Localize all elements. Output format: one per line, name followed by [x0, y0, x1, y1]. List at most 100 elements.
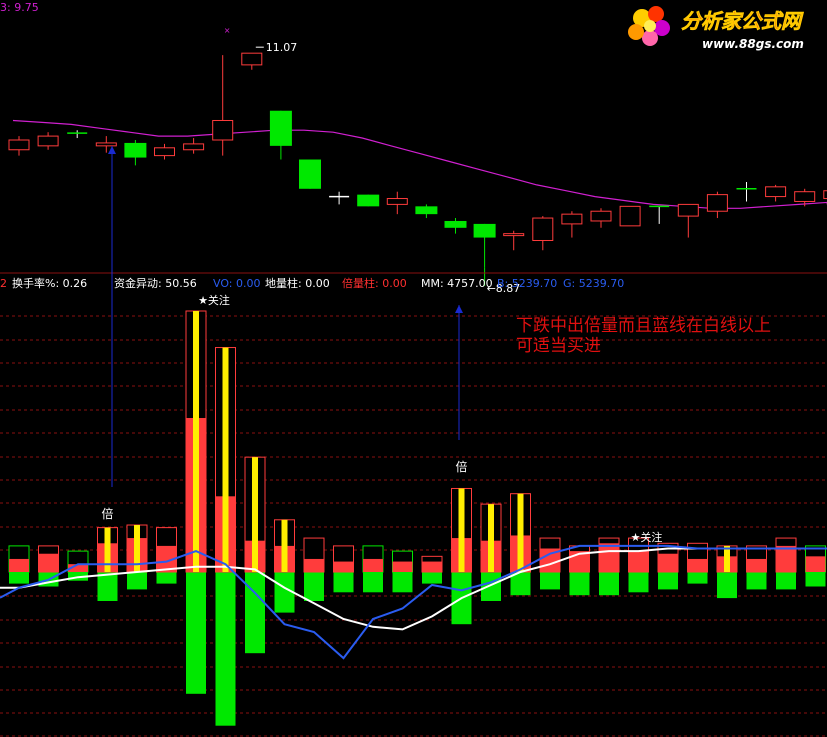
double-volume-stripe	[517, 493, 524, 572]
volume-bar-red	[658, 553, 678, 572]
volume-bar-down	[805, 572, 826, 587]
volume-bar	[775, 537, 797, 590]
logo: 分析家公式网 www.88gs.com	[628, 6, 804, 51]
volume-bar-down	[687, 572, 708, 584]
volume-bar	[333, 545, 354, 593]
volume-bar	[185, 310, 207, 694]
candle-body	[37, 135, 59, 147]
indicator-item: 地量柱: 0.00	[265, 276, 330, 290]
candle	[299, 159, 321, 189]
volume-bar	[510, 493, 531, 596]
volume-bar-down	[127, 572, 147, 590]
logo-brand-text: 分析家公式网	[681, 9, 804, 33]
volume-bar-red	[304, 558, 324, 572]
double-volume-marker-1: 倍	[101, 506, 113, 521]
volume-bar-red	[687, 558, 708, 572]
volume-bar	[451, 487, 472, 625]
volume-bar-down	[481, 572, 501, 601]
volume-bar-red	[422, 561, 442, 572]
volume-bar	[392, 550, 413, 593]
candle-body	[532, 217, 554, 241]
volume-bar-down	[392, 572, 413, 593]
volume-bar	[244, 456, 266, 654]
candle-body	[706, 194, 728, 212]
candle-body	[444, 220, 467, 228]
annotation-line-2: 可适当买进	[516, 336, 601, 356]
volume-bar-red	[38, 553, 59, 572]
candle-body	[124, 142, 147, 158]
volume-bar-down	[746, 572, 767, 590]
volume-bar	[362, 545, 384, 593]
volume-bar-red	[805, 556, 826, 572]
candle-body	[154, 147, 175, 157]
candle-body	[765, 186, 787, 198]
annotation-line-1: 下跌中出倍量而且蓝线在白线以上	[516, 316, 771, 336]
indicator-item: MM: 4757.00	[421, 277, 493, 290]
attention-marker-1: ★关注	[198, 293, 230, 307]
indicator-item: 换手率%: 0.26	[12, 276, 87, 290]
volume-bar-down	[9, 572, 29, 584]
stock-chart-stage: 3: 9.75 分析家公式网 www.88gs.com 11.07←8.87× …	[0, 0, 827, 737]
volume-bar-down	[599, 572, 619, 596]
volume-bar-red	[746, 558, 767, 572]
volume-bar-down	[776, 572, 796, 590]
indicator-item: VO: 0.00	[213, 277, 261, 290]
double-volume-stripe	[252, 457, 258, 572]
candle-body	[299, 159, 321, 189]
volume-bar-red	[599, 543, 619, 572]
volume-bar-down	[540, 572, 560, 590]
indicator-index: 2	[0, 277, 7, 290]
double-volume-stripe	[458, 488, 465, 572]
candle-body	[386, 198, 408, 205]
volume-bar-down	[569, 572, 590, 596]
volume-bar-down	[658, 572, 678, 590]
candle-body	[212, 119, 234, 141]
volume-bar	[805, 545, 826, 587]
volume-bar	[8, 545, 30, 584]
volume-bar	[657, 542, 679, 590]
volume-bar-red	[9, 558, 29, 572]
volume-bar-red	[628, 551, 649, 572]
volume-bar	[480, 503, 502, 601]
volume-bar-red	[392, 561, 413, 572]
logo-url-text: www.88gs.com	[702, 37, 804, 51]
double-volume-stripe	[281, 519, 288, 572]
volume-bar-down	[304, 572, 324, 601]
volume-bar-red	[776, 545, 796, 572]
candle-body	[95, 142, 117, 147]
volume-bar	[746, 545, 767, 590]
volume-bar	[274, 519, 295, 613]
double-volume-stripe	[724, 545, 730, 572]
candle-body	[503, 233, 525, 237]
double-volume-stripe	[104, 527, 111, 572]
volume-bar-red	[333, 561, 354, 572]
double-volume-marker-2: 倍	[455, 459, 467, 474]
candle-body	[8, 139, 30, 151]
background	[0, 0, 827, 737]
volume-bar-down	[333, 572, 354, 593]
volume-bar-red	[363, 558, 383, 572]
volume-bar	[421, 555, 443, 584]
candle-body	[619, 205, 641, 227]
indicator-item: G: 5239.70	[563, 277, 624, 290]
candle-body	[241, 52, 263, 66]
volume-bar-down	[245, 572, 265, 654]
volume-bar	[303, 537, 325, 601]
candle-body	[269, 110, 292, 146]
volume-bar-down	[363, 572, 383, 593]
volume-bar-down	[717, 572, 737, 599]
attention-marker-2: ★关注	[631, 530, 663, 544]
volume-bar-down	[422, 572, 442, 584]
high-price-label: 11.07	[266, 41, 298, 54]
candle-body	[183, 143, 205, 151]
volume-bar	[156, 527, 177, 584]
indicator-item: 资金异动: 50.56	[114, 276, 197, 290]
volume-bar	[215, 347, 236, 726]
volume-bar-down	[215, 572, 236, 726]
candle-body	[415, 206, 438, 215]
double-volume-stripe	[193, 311, 199, 572]
volume-bar-down	[156, 572, 177, 584]
candle-body	[473, 223, 496, 238]
volume-bar-down	[628, 572, 649, 593]
volume-bar	[126, 524, 148, 590]
